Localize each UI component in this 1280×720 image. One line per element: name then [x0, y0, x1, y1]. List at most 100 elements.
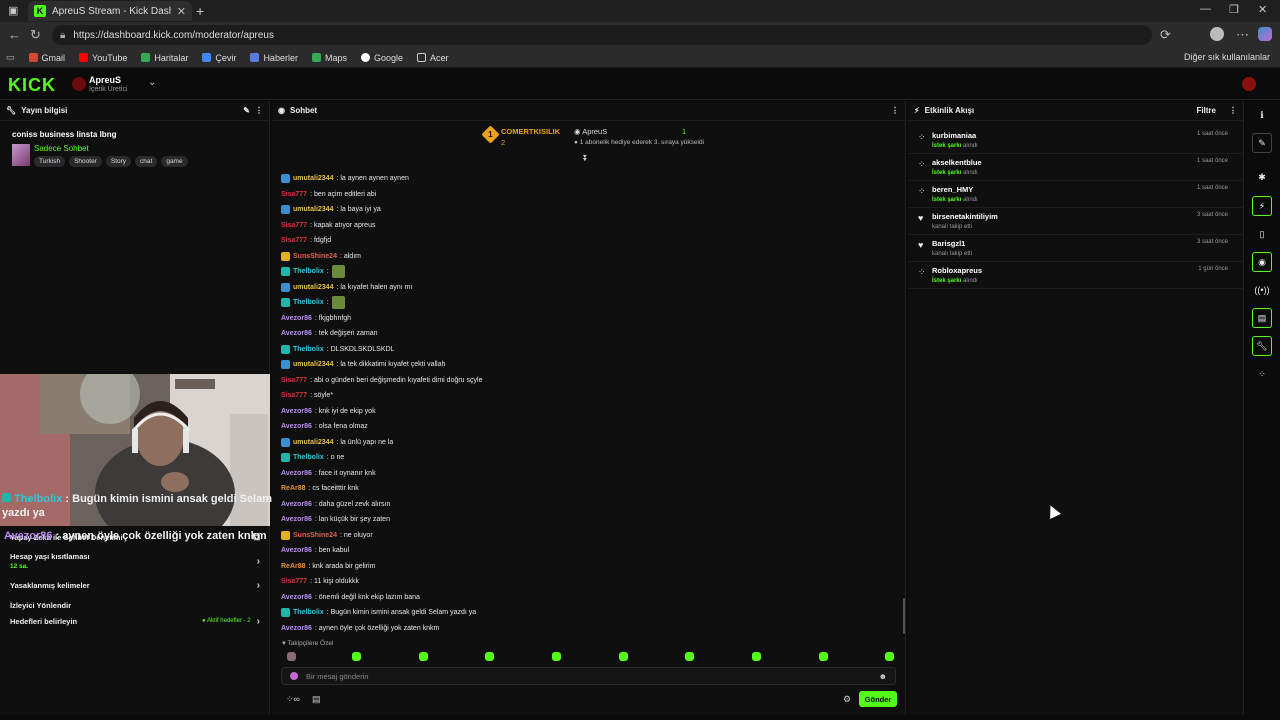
- activity-username[interactable]: kurbimaniaa: [932, 131, 976, 140]
- microphone-icon[interactable]: [290, 672, 298, 680]
- maximize-icon[interactable]: ❐: [1229, 3, 1239, 16]
- bookmark-youtube[interactable]: YouTube: [79, 53, 127, 63]
- goals-row[interactable]: Hedefleri belirleyin ● Aktif hedefler - …: [0, 614, 270, 628]
- chat-message[interactable]: umutali2344: la aynen aynen aynen: [281, 171, 896, 187]
- bookmark-maps[interactable]: Maps: [311, 53, 347, 63]
- profile-avatar-icon[interactable]: [1210, 27, 1224, 41]
- url-field[interactable]: 🔒︎ https://dashboard.kick.com/moderator/…: [52, 25, 1152, 45]
- activity-item[interactable]: ⁘ beren_HMY İstek şarkı alındı 1 saat önce: [908, 181, 1244, 208]
- chat-message[interactable]: Sisa777: söyle*: [281, 388, 896, 404]
- emote-icon[interactable]: [552, 652, 561, 661]
- activity-item[interactable]: ⁘ Robloxapreus İstek şarkı alındı 1 gün önc…: [908, 262, 1244, 289]
- back-icon[interactable]: ←: [8, 27, 21, 42]
- activity-item[interactable]: ⁘ kurbimaniaa İstek şarkı alındı 1 saat önc…: [908, 127, 1244, 154]
- chat-username[interactable]: umutali2344: [293, 361, 333, 368]
- chat-username[interactable]: Thelbolix: [293, 454, 324, 461]
- chat-message[interactable]: Thelbolix:: [281, 264, 896, 280]
- chat-username[interactable]: Avezor86: [281, 408, 312, 415]
- emoji-icon[interactable]: ☻: [879, 672, 887, 681]
- minimize-icon[interactable]: —: [1200, 3, 1211, 15]
- chat-message[interactable]: Sisa777: 11 kişi oldukkk: [281, 574, 896, 590]
- chat-username[interactable]: Thelbolix: [293, 268, 324, 275]
- store-icon[interactable]: ▤: [312, 694, 321, 705]
- chat-username[interactable]: Sisa777: [281, 392, 307, 399]
- chat-username[interactable]: SunsShine24: [293, 532, 337, 539]
- layout-panel-icon[interactable]: ▤: [1252, 308, 1272, 328]
- chat-settings-gear-icon[interactable]: ⚙: [843, 694, 851, 705]
- bookmark-gmail[interactable]: Gmail: [28, 53, 65, 63]
- expand-pinned-icon[interactable]: ⏬︎: [583, 153, 588, 164]
- edit-panel-icon[interactable]: ✎: [1252, 133, 1272, 153]
- chat-username[interactable]: umutali2344: [293, 284, 333, 291]
- chat-username[interactable]: ReAr88: [281, 485, 306, 492]
- emote-icon[interactable]: [419, 652, 428, 661]
- chat-username[interactable]: ReAr88: [281, 563, 306, 570]
- tools-panel-icon[interactable]: 🔧︎: [1252, 336, 1272, 356]
- chat-username[interactable]: Thelbolix: [293, 346, 324, 353]
- emote-icon[interactable]: [885, 652, 894, 661]
- chat-username[interactable]: SunsShine24: [293, 253, 337, 260]
- emote-icon[interactable]: [752, 652, 761, 661]
- emote-icon[interactable]: [485, 652, 494, 661]
- chat-message[interactable]: Avezor86: tek değişen zaman: [281, 326, 896, 342]
- sidebar-toggle-icon[interactable]: ▣: [8, 4, 18, 17]
- browser-tab[interactable]: K ApreuS Stream - Kick Dashboard ✕: [28, 1, 192, 21]
- chat-message-input[interactable]: [306, 671, 871, 681]
- chat-message[interactable]: Avezor86: ben kabul: [281, 543, 896, 559]
- chat-mode-icon[interactable]: ⁘∞: [286, 694, 300, 705]
- new-tab-icon[interactable]: +: [196, 3, 204, 19]
- chat-username[interactable]: Avezor86: [281, 423, 312, 430]
- channel-switch-chevron-icon[interactable]: ⌄: [148, 77, 156, 88]
- send-button[interactable]: Gönder: [859, 691, 897, 707]
- panel-menu-icon[interactable]: ⋮: [255, 106, 263, 115]
- activity-username[interactable]: Robloxapreus: [932, 266, 982, 275]
- copilot-icon[interactable]: [1258, 27, 1272, 41]
- bookmark-google[interactable]: Google: [360, 53, 403, 63]
- activity-username[interactable]: beren_HMY: [932, 185, 973, 194]
- chat-message[interactable]: Avezor86: knk iyi de ekip yok: [281, 404, 896, 420]
- chat-message[interactable]: Avezor86: aynen öyle çok özelliği yok za…: [281, 621, 896, 637]
- chat-username[interactable]: Thelbolix: [293, 299, 324, 306]
- activity-username[interactable]: Barisgzl1: [932, 239, 965, 248]
- category-name[interactable]: Sadece Sohbet: [34, 144, 89, 153]
- chat-username[interactable]: umutali2344: [293, 439, 333, 446]
- chat-username[interactable]: Sisa777: [281, 191, 307, 198]
- activity-item[interactable]: ♥ birsenetakintiliyim kanalı takip etti 3 s…: [908, 208, 1244, 235]
- close-tab-icon[interactable]: ✕: [177, 5, 186, 18]
- activity-username[interactable]: birsenetakintiliyim: [932, 212, 998, 221]
- chat-message[interactable]: Avezor86: face it oynanır knk: [281, 466, 896, 482]
- chat-scrollbar[interactable]: [903, 598, 905, 634]
- chat-message[interactable]: Thelbolix: o ne: [281, 450, 896, 466]
- chat-message[interactable]: umutali2344: la tek dikkatimi kıyafet çe…: [281, 357, 896, 373]
- chat-username[interactable]: umutali2344: [293, 175, 333, 182]
- broadcast-icon[interactable]: ((•)): [1252, 280, 1272, 300]
- chat-username[interactable]: Avezor86: [281, 594, 312, 601]
- filter-button[interactable]: Filtre: [1196, 106, 1216, 115]
- chat-message[interactable]: umutali2344: la ünlü yapı ne la: [281, 435, 896, 451]
- close-window-icon[interactable]: ✕: [1258, 3, 1267, 16]
- chat-username[interactable]: Avezor86: [281, 470, 312, 477]
- chat-username[interactable]: Avezor86: [281, 501, 312, 508]
- chat-message[interactable]: Avezor86: lan küçük bir şey zaten: [281, 512, 896, 528]
- bookmark-haberler[interactable]: Haberler: [250, 53, 298, 63]
- redirect-viewers-row[interactable]: İzleyici Yönlendir: [0, 596, 270, 614]
- emote-icon[interactable]: [685, 652, 694, 661]
- emote-icon[interactable]: [352, 652, 361, 661]
- bug-icon[interactable]: ✱: [1252, 167, 1272, 187]
- other-favorites[interactable]: Diğer sık kullanılanlar: [1184, 52, 1270, 62]
- chat-message[interactable]: Avezor86: olsa fena olmaz: [281, 419, 896, 435]
- users-icon[interactable]: ⁘: [1252, 364, 1272, 384]
- chat-panel-icon[interactable]: ◉: [1252, 252, 1272, 272]
- chat-message[interactable]: SunsShine24: aldım: [281, 249, 896, 265]
- chat-message[interactable]: Thelbolix: DLSKDLSKDLSKDL: [281, 342, 896, 358]
- refresh-icon[interactable]: ↻: [30, 27, 41, 43]
- edit-icon[interactable]: ✎: [243, 106, 250, 115]
- chat-message[interactable]: Thelbolix: Bugün kimin ismini ansak geld…: [281, 605, 896, 621]
- banned-words-row[interactable]: Yasaklanmış kelimeler ›: [0, 574, 270, 596]
- activity-username[interactable]: akselkentblue: [932, 158, 982, 167]
- bookmark-acer[interactable]: Acer: [417, 53, 449, 63]
- chat-message[interactable]: ReAr88: knk arada bir gelirim: [281, 559, 896, 575]
- chat-message[interactable]: Sisa777: abi o günden beri değişmedin kı…: [281, 373, 896, 389]
- chat-message[interactable]: Avezor86: daha güzel zevk alırsın: [281, 497, 896, 513]
- chat-message[interactable]: Thelbolix:: [281, 295, 896, 311]
